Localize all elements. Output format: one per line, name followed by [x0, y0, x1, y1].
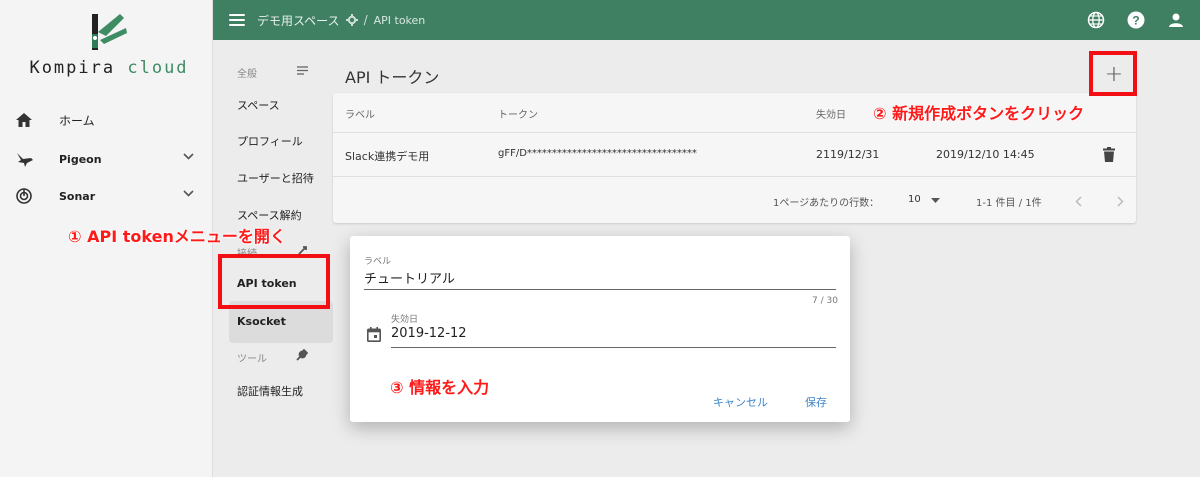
list-icon	[297, 66, 308, 75]
breadcrumb-space[interactable]: デモ用スペース	[257, 12, 340, 29]
caret-down-icon[interactable]	[931, 198, 940, 203]
svg-text:?: ?	[1132, 14, 1139, 28]
breadcrumb-current: API token	[373, 13, 426, 27]
gear-icon[interactable]	[345, 14, 358, 26]
help-icon[interactable]: ?	[1126, 10, 1146, 30]
cell-label: Slack連携デモ用	[345, 150, 430, 163]
settings-item-space[interactable]: スペース	[237, 97, 280, 113]
chevron-down-icon[interactable]	[183, 153, 194, 160]
account-icon[interactable]	[1166, 10, 1186, 30]
cell-token: gFF/D**********************************	[498, 148, 697, 159]
label-char-counter: 7 / 30	[812, 296, 838, 306]
chevron-right-icon[interactable]	[1117, 196, 1124, 207]
annotation-highlight-add-button	[1089, 51, 1137, 96]
annotation-step2: ② 新規作成ボタンをクリック	[873, 104, 1085, 123]
crocodile-logo-icon	[92, 14, 127, 50]
settings-item-ksocket[interactable]: Ksocket	[237, 315, 286, 328]
breadcrumb: デモ用スペース / API token	[257, 12, 425, 29]
sidebar-item-pigeon[interactable]: Pigeon	[0, 140, 212, 178]
wrench-icon	[296, 349, 308, 361]
date-field-caption: 失効日	[391, 315, 419, 325]
annotation-step3: ③ 情報を入力	[390, 378, 490, 397]
date-input[interactable]: 2019-12-12	[391, 326, 467, 341]
annotation-highlight-api-token	[218, 254, 330, 309]
menu-icon[interactable]	[229, 14, 245, 26]
sidebar-item-home[interactable]: ホーム	[0, 101, 212, 139]
globe-icon[interactable]	[1086, 10, 1106, 30]
sidebar-item-label: Pigeon	[59, 152, 102, 166]
label-input-underline	[364, 289, 836, 290]
sonar-icon	[15, 187, 33, 205]
cancel-button[interactable]: キャンセル	[713, 394, 768, 410]
page-title: API トークン	[345, 68, 440, 87]
pigeon-icon	[15, 150, 33, 168]
breadcrumb-separator: /	[363, 13, 368, 27]
sidebar-item-sonar[interactable]: Sonar	[0, 177, 212, 215]
sidebar-item-label: ホーム	[59, 113, 95, 128]
date-input-underline	[391, 347, 836, 348]
home-icon	[15, 111, 33, 129]
rows-per-page-label: 1ページあたりの行数：	[773, 198, 880, 209]
table-row[interactable]: Slack連携デモ用 gFF/D************************…	[333, 133, 1136, 177]
logo-text: Kompira cloud	[29, 58, 189, 78]
cell-expire: 2119/12/31	[816, 148, 880, 161]
settings-item-cancel-space[interactable]: スペース解約	[237, 207, 302, 223]
kompira-logo[interactable]: Kompira cloud	[24, 8, 194, 88]
settings-item-profile[interactable]: プロフィール	[237, 133, 303, 149]
column-header-label[interactable]: ラベル	[345, 106, 375, 121]
section-general-header: 全般	[237, 69, 257, 80]
table-footer: 1ページあたりの行数： 10 1-1 件目 / 1件	[333, 177, 1136, 223]
chevron-left-icon[interactable]	[1075, 196, 1082, 207]
section-tools-header: ツール	[237, 354, 267, 365]
settings-item-credentials[interactable]: 認証情報生成	[237, 383, 303, 399]
settings-item-users[interactable]: ユーザーと招待	[237, 170, 314, 186]
cell-created: 2019/12/10 14:45	[936, 148, 1035, 161]
chevron-down-icon[interactable]	[183, 190, 194, 197]
column-header-token[interactable]: トークン	[498, 106, 538, 121]
trash-icon[interactable]	[1103, 147, 1115, 162]
label-field-caption: ラベル	[364, 257, 392, 267]
calendar-icon[interactable]	[367, 327, 381, 342]
pagination-range: 1-1 件目 / 1件	[976, 198, 1042, 209]
sidebar-item-label: Sonar	[59, 189, 96, 203]
save-button[interactable]: 保存	[805, 394, 827, 410]
rows-per-page-select[interactable]: 10	[908, 194, 921, 205]
top-app-bar: デモ用スペース / API token ?	[213, 0, 1200, 40]
label-input[interactable]: チュートリアル	[364, 268, 455, 287]
column-header-expire[interactable]: 失効日	[816, 106, 846, 121]
annotation-step1: ① API tokenメニューを開く	[68, 227, 286, 246]
